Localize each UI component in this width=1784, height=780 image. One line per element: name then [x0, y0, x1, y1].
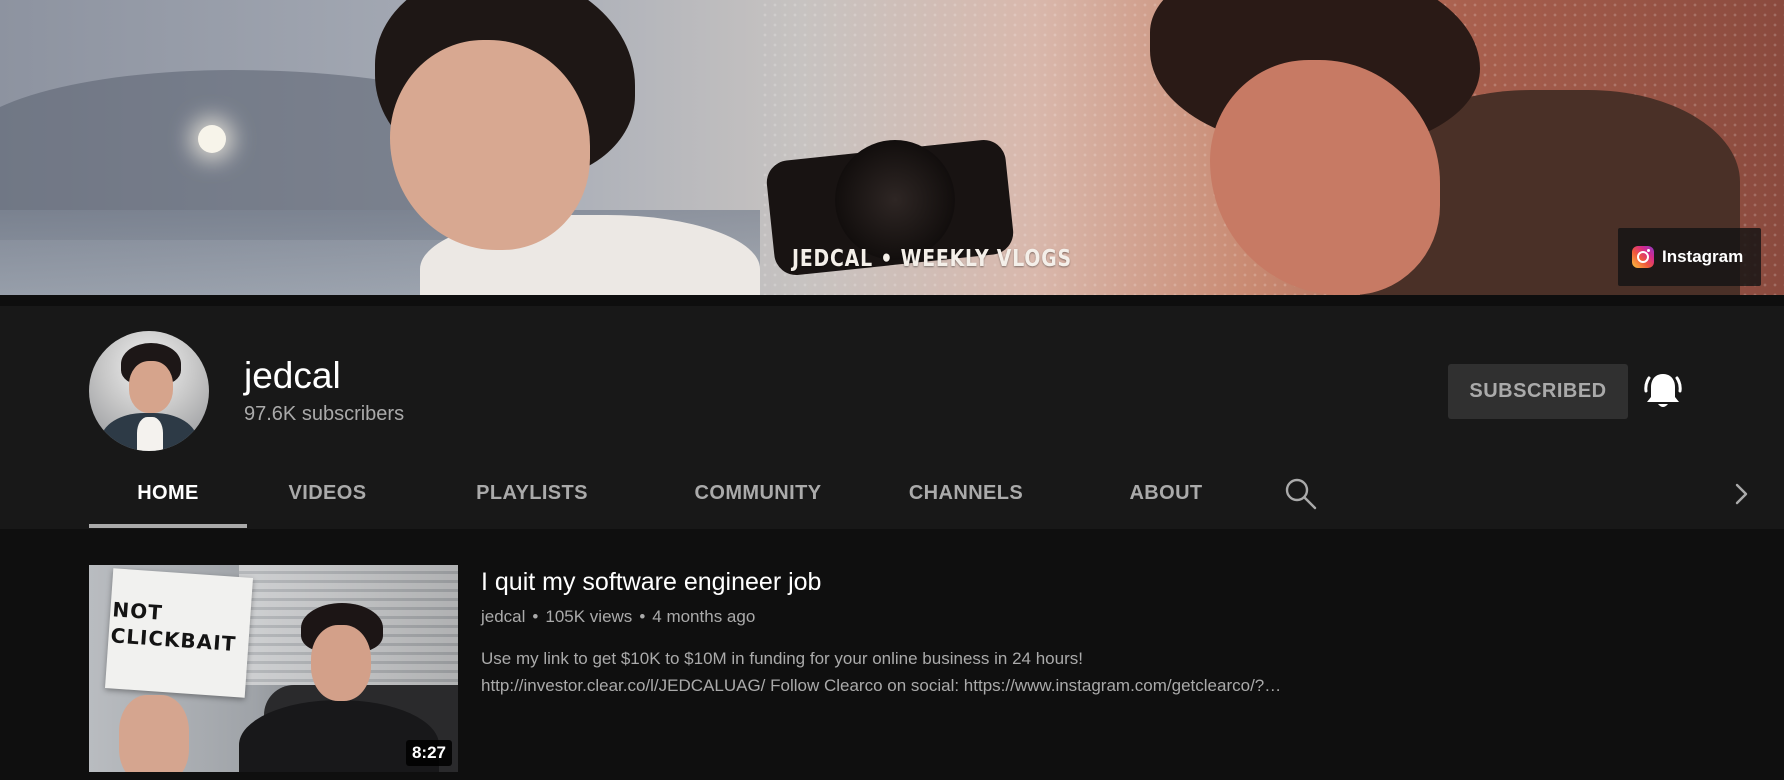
channel-name: jedcal	[244, 355, 341, 396]
subscribed-button[interactable]: SUBSCRIBED	[1448, 364, 1628, 419]
video-description: Use my link to get $10K to $10M in fundi…	[481, 645, 1351, 699]
thumbnail-person-face	[311, 625, 371, 701]
instagram-link-label: Instagram	[1662, 247, 1744, 266]
banner-caption: JEDCAL • WEEKLY VLOGS	[792, 246, 1072, 272]
channel-banner: JEDCAL • WEEKLY VLOGS	[0, 0, 1784, 295]
banner-camera-lens	[835, 140, 955, 260]
avatar-face	[129, 361, 173, 413]
avatar-shirt	[137, 417, 163, 451]
meta-separator: •	[532, 607, 539, 626]
video-description-line-2[interactable]: http://investor.clear.co/l/JEDCALUAG/ Fo…	[481, 672, 1351, 699]
tab-community[interactable]: COMMUNITY	[673, 472, 843, 528]
search-icon[interactable]	[1284, 477, 1318, 511]
subscriber-count: 97.6K subscribers	[244, 403, 405, 425]
thumbnail-sign: NOT CLICKBAIT	[104, 568, 254, 698]
instagram-link[interactable]: Instagram	[1618, 228, 1761, 286]
video-description-line-1: Use my link to get $10K to $10M in fundi…	[481, 649, 1083, 668]
video-title[interactable]: I quit my software engineer job	[481, 568, 821, 597]
video-duration: 8:27	[405, 740, 452, 766]
meta-separator: •	[639, 607, 646, 626]
tab-home[interactable]: HOME	[89, 472, 247, 528]
tab-playlists[interactable]: PLAYLISTS	[467, 472, 597, 528]
channel-avatar[interactable]	[89, 331, 209, 451]
tab-channels[interactable]: CHANNELS	[901, 472, 1031, 528]
tab-videos[interactable]: VIDEOS	[280, 472, 375, 528]
video-age: 4 months ago	[652, 607, 756, 626]
chevron-right-icon[interactable]	[1727, 480, 1755, 508]
video-views: 105K views	[545, 607, 633, 626]
thumbnail-hand	[119, 695, 189, 772]
banner-light	[198, 125, 226, 153]
video-thumbnail[interactable]: NOT CLICKBAIT 8:27	[89, 565, 458, 772]
notification-bell-icon[interactable]	[1643, 369, 1683, 413]
instagram-icon	[1632, 246, 1654, 268]
channel-tabs: HOME VIDEOS PLAYLISTS COMMUNITY CHANNELS…	[89, 472, 1748, 528]
video-meta: jedcal • 105K views • 4 months ago	[481, 607, 755, 627]
tab-about[interactable]: ABOUT	[1111, 472, 1221, 528]
video-channel-name[interactable]: jedcal	[481, 607, 525, 627]
